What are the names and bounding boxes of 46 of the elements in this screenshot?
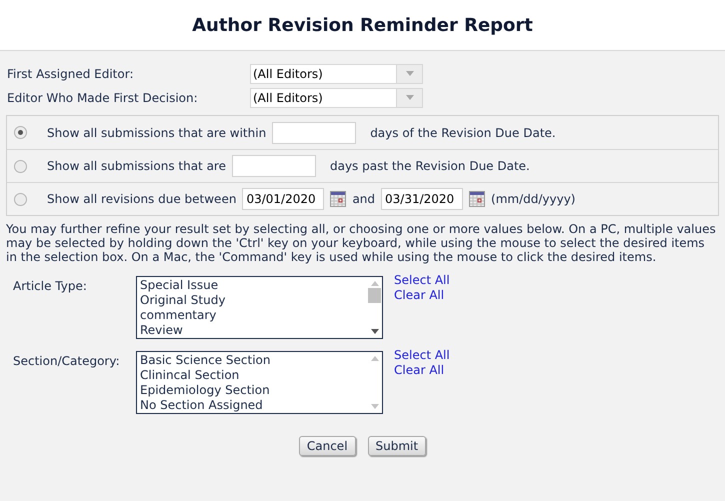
list-option[interactable]: No Section Assigned — [140, 398, 367, 413]
radio-button[interactable] — [14, 126, 27, 139]
list-option[interactable]: Basic Science Section — [140, 353, 367, 368]
scrollbar-thumb[interactable] — [368, 288, 381, 303]
field-label: Article Type: — [12, 278, 88, 295]
scroll-up-icon[interactable] — [370, 356, 378, 361]
page-title: Author Revision Reminder Report — [192, 14, 533, 38]
option-text: Show all submissions that are — [47, 158, 226, 175]
option-text: Show all submissions that are within — [47, 124, 266, 142]
option-text: (mm/dd/yyyy) — [491, 191, 576, 208]
clear-all-link[interactable]: Clear All — [394, 363, 450, 378]
select-all-link[interactable]: Select All — [394, 348, 450, 363]
form-button[interactable]: Cancel — [298, 436, 356, 456]
field-label: First Assigned Editor: — [7, 66, 134, 82]
days-input[interactable] — [232, 155, 316, 177]
select-all-link[interactable]: Select All — [394, 273, 450, 288]
scroll-up-icon[interactable] — [370, 281, 378, 286]
date-input[interactable]: 03/31/2020 — [381, 188, 464, 210]
list-option[interactable]: Epidemiology Section — [140, 383, 367, 398]
form-button[interactable]: Submit — [368, 436, 426, 456]
editor-dropdown[interactable]: (All Editors) — [250, 64, 423, 84]
option-text: Show all revisions due between — [47, 191, 236, 208]
list-option[interactable]: Special Issue — [140, 278, 367, 293]
date-input[interactable]: 03/01/2020 — [242, 188, 324, 210]
selection-listbox[interactable]: Special Issue Original Study commentary Review — [136, 276, 383, 339]
dropdown-arrow-icon — [406, 95, 414, 100]
field-label: Editor Who Made First Decision: — [7, 90, 199, 106]
calendar-icon[interactable] — [330, 191, 346, 207]
list-option[interactable]: commentary — [140, 308, 367, 323]
option-text: days of the Revision Due Date. — [370, 124, 556, 142]
clear-all-link[interactable]: Clear All — [394, 288, 450, 303]
list-option[interactable]: Original Study — [140, 293, 367, 308]
editor-dropdown[interactable]: (All Editors) — [250, 88, 423, 108]
option-text: days past the Revision Due Date. — [330, 158, 530, 175]
days-input[interactable] — [272, 122, 356, 144]
field-label: Section/Category: — [12, 353, 121, 370]
list-option[interactable]: Clinincal Section — [140, 368, 367, 383]
calendar-icon[interactable] — [469, 191, 486, 207]
dropdown-arrow-icon — [406, 71, 414, 76]
list-option[interactable]: Review — [140, 323, 367, 338]
radio-button[interactable] — [14, 160, 27, 172]
instructions-text: You may further refine your result set by selecting all, or choosing one or more values below. On a PC, multiple values may be selected by holding down the 'Ctrl' key on your keyboard, while using the mouse to select the desired items in the selection box. On a Mac, the 'Command' key is used while using the mouse to click the desired items. — [5, 222, 717, 264]
option-text: and — [352, 191, 376, 208]
radio-button[interactable] — [14, 192, 27, 206]
scroll-down-icon[interactable] — [370, 329, 378, 334]
selection-listbox[interactable]: Basic Science Section Clinincal Section Epidemiology Section No Section Assigned — [136, 351, 383, 414]
